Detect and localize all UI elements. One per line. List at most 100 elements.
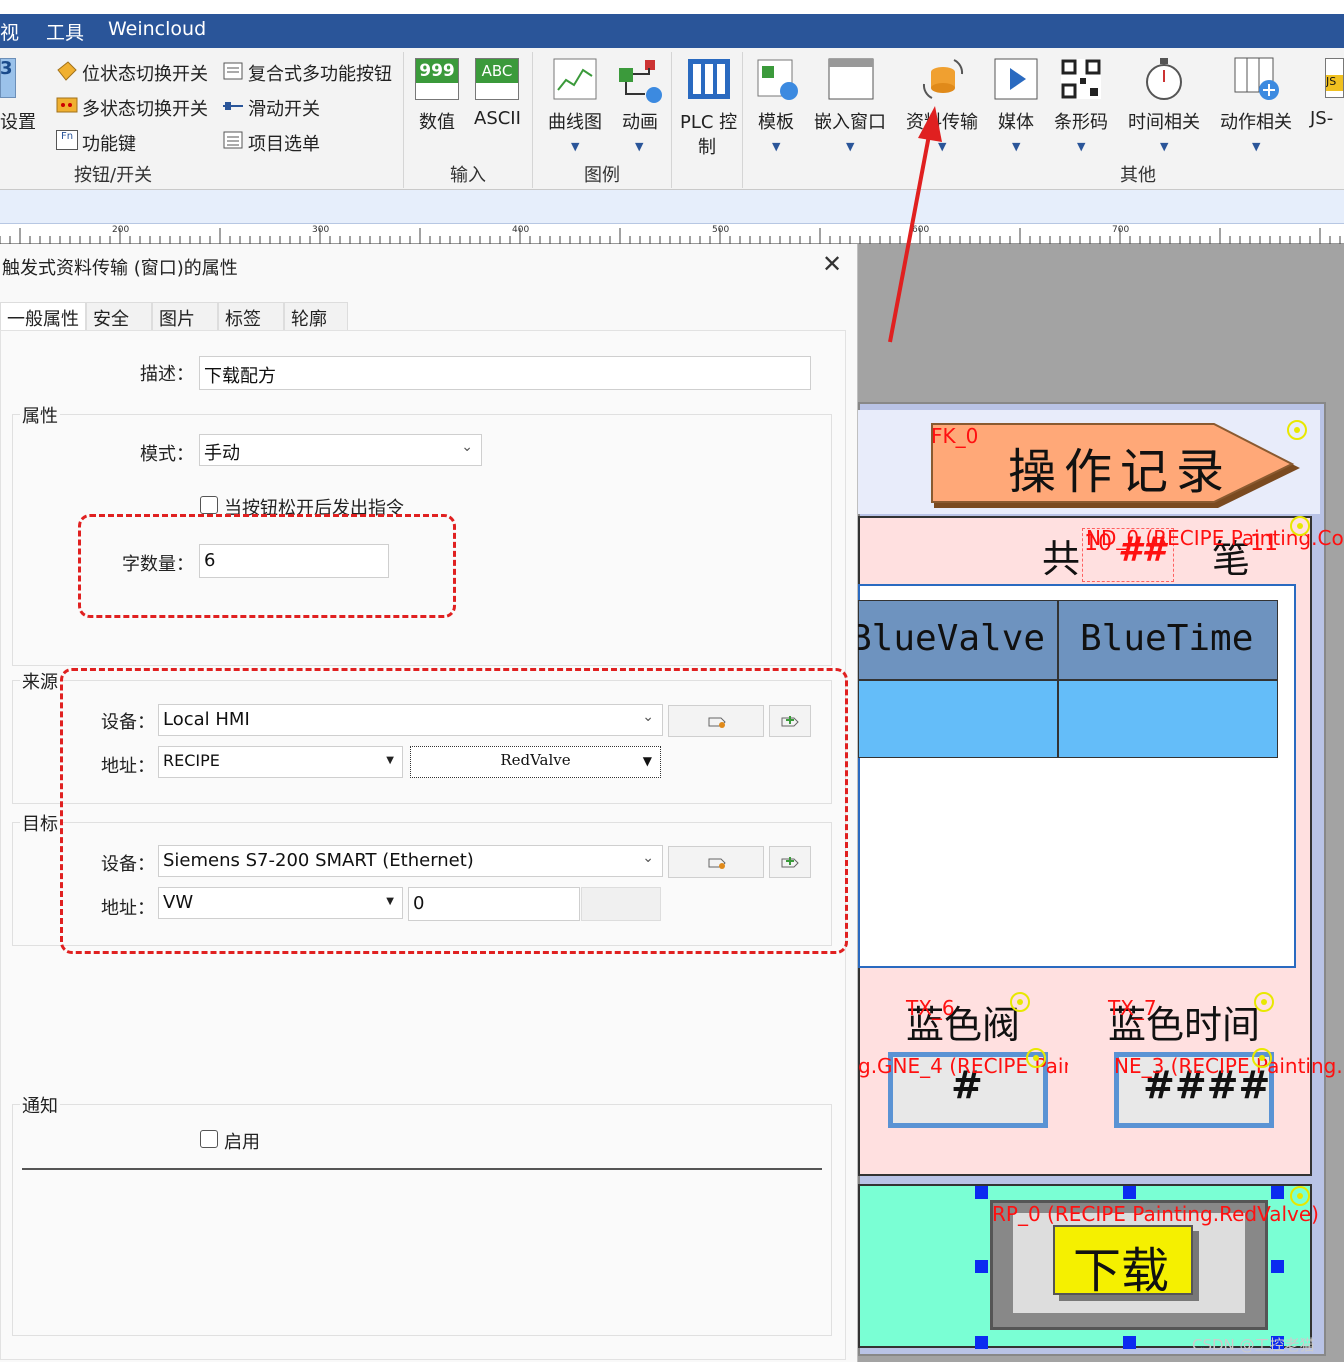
description-input[interactable]: 下载配方 xyxy=(199,356,811,390)
op-record-button[interactable]: 操作记录 xyxy=(928,420,1308,512)
js-button[interactable]: JS- xyxy=(1310,108,1333,129)
embed-window-button[interactable]: 嵌入窗口 xyxy=(814,108,886,134)
object-marker-icon xyxy=(1290,516,1310,536)
action-related-button[interactable]: 动作相关 xyxy=(1220,108,1292,134)
menu-tools[interactable]: 工具 xyxy=(46,18,84,45)
object-marker-icon xyxy=(1290,1186,1310,1206)
mode-label: 模式： xyxy=(140,444,194,465)
ribbon-toolbar: 3 设置 位状态切换开关 复合式多功能按钮 多状态切换开关 滑动开关 Fn 功能… xyxy=(0,48,1344,190)
tab-outline[interactable]: 轮廓 xyxy=(284,302,348,332)
plc-control-button[interactable]: PLC 控 xyxy=(680,108,737,134)
notify-enable-label: 启用 xyxy=(224,1132,260,1153)
barcode-button[interactable]: 条形码 xyxy=(1054,108,1108,134)
embed-window-icon xyxy=(828,58,874,105)
watermark: CSDN @工控老猫 xyxy=(1192,1336,1315,1354)
resize-handle[interactable] xyxy=(1271,1186,1284,1199)
multi-state-icon xyxy=(56,95,78,120)
object-marker-icon xyxy=(1026,1048,1046,1068)
stopwatch-icon xyxy=(1142,56,1186,107)
bit-switch-icon xyxy=(56,60,77,81)
object-marker-icon xyxy=(1287,420,1307,440)
target-legend: 目标 xyxy=(20,810,60,836)
annotation-box-source-target xyxy=(60,668,848,954)
ruler-mark-700: 700 xyxy=(1112,225,1130,235)
notify-legend: 通知 xyxy=(20,1092,60,1118)
release-command-checkbox[interactable] xyxy=(200,496,218,514)
ascii-icon: ABC xyxy=(475,58,519,100)
horizontal-ruler: 200 300 400 500 600 700 xyxy=(0,224,1344,244)
bit-state-switch-button[interactable]: 位状态切换开关 xyxy=(82,60,208,86)
group-label-legend: 图例 xyxy=(584,165,620,186)
template-button[interactable]: 模板 xyxy=(758,108,794,134)
toolbar-strip xyxy=(0,190,1344,224)
slide-switch-button[interactable]: 滑动开关 xyxy=(248,95,320,121)
group-label-buttons: 按钮/开关 xyxy=(74,165,153,186)
tx7-object-label: TX_7 xyxy=(1108,996,1157,1020)
divider xyxy=(22,1168,822,1170)
ruler-mark-400: 400 xyxy=(512,225,530,235)
column-header-bluevalve: BlueValve xyxy=(850,618,1046,659)
numeric-button[interactable]: 数值 xyxy=(419,108,455,134)
download-label: 下载 xyxy=(1073,1243,1170,1299)
slide-switch-icon xyxy=(222,98,244,119)
partial-settings-label[interactable]: 设置 xyxy=(0,108,36,134)
function-key-icon: Fn xyxy=(56,130,78,150)
group-label-other: 其他 xyxy=(1120,165,1156,186)
ascii-button[interactable]: ASCII xyxy=(474,108,521,129)
js-icon: JS xyxy=(1325,58,1344,98)
resize-handle[interactable] xyxy=(975,1186,988,1199)
rp-object-label: RP_0 (RECIPE Painting.RedValve) xyxy=(992,1202,1319,1226)
close-icon[interactable]: ✕ xyxy=(822,250,842,278)
table-row[interactable] xyxy=(858,680,1278,758)
dialog-title: 触发式资料传输 (窗口)的属性 xyxy=(2,258,238,279)
tab-picture[interactable]: 图片 xyxy=(152,302,218,332)
tab-general[interactable]: 一般属性 xyxy=(0,302,86,332)
menu-bar: 视 工具 Weincloud xyxy=(0,0,1344,48)
tx6-object-label: TX_6 xyxy=(906,996,955,1020)
multi-state-switch-button[interactable]: 多状态切换开关 xyxy=(82,95,208,121)
group-label-input: 输入 xyxy=(450,165,486,186)
fk-object-label: FK_0 xyxy=(931,424,979,448)
menu-weincloud[interactable]: Weincloud xyxy=(108,18,206,40)
function-key-button[interactable]: 功能键 xyxy=(82,130,136,156)
media-button[interactable]: 媒体 xyxy=(998,108,1034,134)
time-related-button[interactable]: 时间相关 xyxy=(1128,108,1200,134)
ruler-mark-300: 300 xyxy=(312,225,330,235)
composite-button[interactable]: 复合式多功能按钮 xyxy=(248,60,392,86)
chevron-down-icon: ⌄ xyxy=(461,439,473,455)
item-list-button[interactable]: 项目选单 xyxy=(248,130,320,156)
tab-label[interactable]: 标签 xyxy=(218,302,284,332)
object-marker-icon xyxy=(1252,1048,1272,1068)
properties-dialog: 触发式资料传输 (窗口)的属性 ✕ 一般属性 安全 图片 标签 轮廓 描述： 下… xyxy=(0,244,858,1362)
source-legend: 来源 xyxy=(20,668,60,694)
op-record-label: 操作记录 xyxy=(1008,444,1233,500)
description-label: 描述： xyxy=(140,364,194,385)
template-icon xyxy=(756,58,800,107)
numeric-icon: 999 xyxy=(415,58,459,100)
resize-handle[interactable] xyxy=(1271,1260,1284,1273)
tab-security[interactable]: 安全 xyxy=(86,302,152,332)
resize-handle[interactable] xyxy=(1123,1336,1136,1349)
qr-code-icon xyxy=(1060,58,1102,105)
object-marker-icon xyxy=(1254,992,1274,1012)
animation-icon xyxy=(617,58,665,109)
trend-chart-button[interactable]: 曲线图 xyxy=(548,108,602,134)
object-marker-icon xyxy=(1010,992,1030,1012)
ne3-object-label: NE_3 (RECIPE Painting.B xyxy=(1114,1054,1344,1078)
annotation-arrow-icon xyxy=(888,106,942,343)
notify-enable-checkbox[interactable] xyxy=(200,1130,218,1148)
ne-right-label-clip: NE_3 (RECIPE Painting.B xyxy=(1114,1054,1344,1080)
plc-control-icon xyxy=(687,58,731,105)
resize-handle[interactable] xyxy=(1123,1186,1136,1199)
item-list-icon xyxy=(222,130,244,155)
ruler-mark-200: 200 xyxy=(112,225,130,235)
resize-handle[interactable] xyxy=(975,1336,988,1349)
partial-icon-text: 3 xyxy=(0,58,13,79)
animation-button[interactable]: 动画 xyxy=(622,108,658,134)
menu-view[interactable]: 视 xyxy=(0,18,19,45)
resize-handle[interactable] xyxy=(975,1260,988,1273)
mode-select[interactable]: 手动 ⌄ xyxy=(199,434,482,466)
annotation-box-word-count xyxy=(78,514,456,618)
plc-control-label-2: 制 xyxy=(698,137,716,158)
trend-chart-icon xyxy=(553,58,597,105)
